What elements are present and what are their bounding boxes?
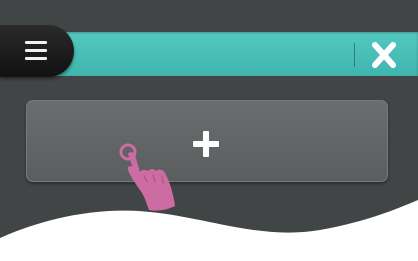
hamburger-menu-icon (25, 41, 47, 61)
menu-button[interactable] (0, 25, 74, 77)
app-screen (0, 0, 418, 261)
tutorial-illustration (0, 0, 418, 261)
close-x-icon (372, 42, 396, 68)
close-button[interactable] (366, 40, 402, 70)
plus-icon (193, 131, 219, 157)
top-toolbar (20, 32, 418, 76)
toolbar-divider (354, 43, 355, 67)
tap-hand-icon (119, 143, 175, 211)
